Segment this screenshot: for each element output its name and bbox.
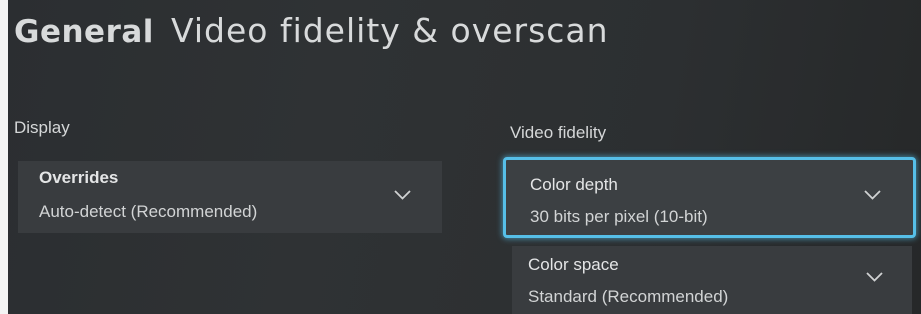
video-fidelity-section-label: Video fidelity — [510, 123, 607, 142]
overrides-label: Overrides — [39, 168, 119, 187]
screen-edge — [0, 0, 8, 314]
color-depth-value: 30 bits per pixel (10-bit) — [530, 207, 708, 226]
overrides-dropdown[interactable]: Overrides Auto-detect (Recommended) — [18, 161, 442, 233]
display-section-label: Display — [14, 118, 70, 137]
chevron-down-icon — [394, 190, 411, 200]
color-space-value: Standard (Recommended) — [528, 287, 729, 306]
header-section-title: General — [14, 14, 154, 50]
color-space-dropdown[interactable]: Color space Standard (Recommended) — [512, 246, 912, 314]
chevron-down-icon — [864, 190, 881, 200]
overrides-value: Auto-detect (Recommended) — [39, 202, 258, 221]
video-fidelity-screen: General Video fidelity & overscan Displa… — [0, 0, 921, 314]
color-space-label: Color space — [528, 255, 619, 274]
page-title: Video fidelity & overscan — [171, 11, 609, 50]
color-depth-label: Color depth — [530, 175, 618, 194]
color-depth-dropdown[interactable]: Color depth 30 bits per pixel (10-bit) — [503, 157, 916, 238]
chevron-down-icon — [866, 272, 883, 282]
page-header: General Video fidelity & overscan — [14, 14, 609, 48]
